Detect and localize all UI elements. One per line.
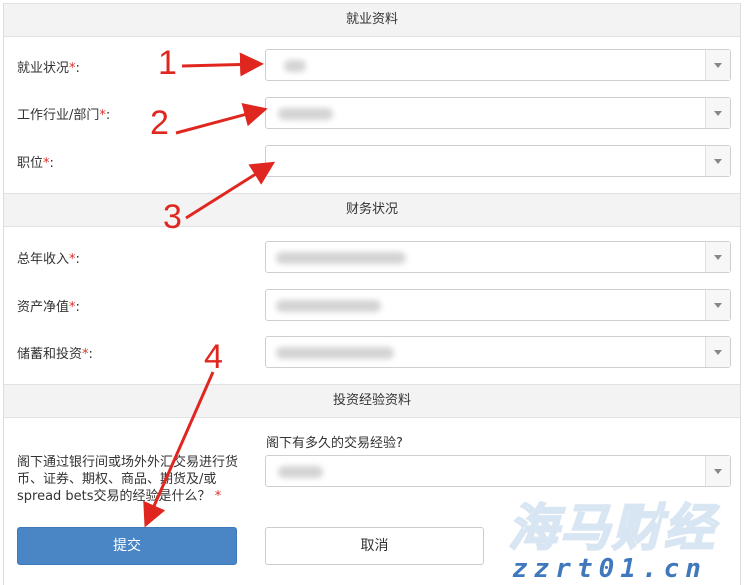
watermark: 海马财经 zzrt01.cn — [498, 488, 744, 585]
watermark-logo-text: 海马财经 — [507, 498, 716, 558]
annotation-number-2: 2 — [150, 104, 169, 142]
arrow-2 — [175, 103, 268, 135]
arrow-3 — [185, 161, 276, 220]
annotation-number-4: 4 — [204, 338, 223, 376]
annotation-number-1: 1 — [158, 44, 177, 82]
arrow-1 — [181, 52, 264, 77]
arrow-4 — [143, 371, 215, 528]
annotation-number-3: 3 — [163, 198, 182, 236]
watermark-url: zzrt01.cn — [512, 554, 707, 584]
